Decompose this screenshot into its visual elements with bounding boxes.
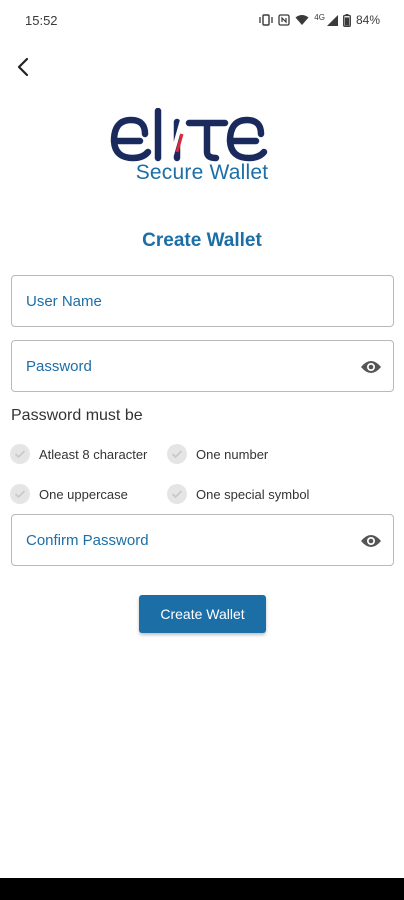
check-icon xyxy=(10,444,30,464)
rule-number: One number xyxy=(167,444,268,464)
status-time: 15:52 xyxy=(25,12,58,28)
confirm-password-field[interactable] xyxy=(11,514,394,566)
check-icon xyxy=(167,444,187,464)
system-nav-bar xyxy=(0,878,404,900)
wifi-icon xyxy=(295,14,309,26)
status-icons: 4G 84% xyxy=(259,13,380,27)
rule-label: Atleast 8 character xyxy=(39,446,148,462)
back-button[interactable] xyxy=(10,54,36,80)
logo-subtitle: Secure Wallet xyxy=(135,161,269,184)
nfc-icon xyxy=(278,14,290,26)
chevron-left-icon xyxy=(17,57,29,77)
rule-label: One number xyxy=(196,446,269,462)
battery-percent: 84% xyxy=(355,13,380,27)
check-icon xyxy=(10,484,30,504)
vibrate-icon xyxy=(259,14,273,26)
battery-icon xyxy=(343,13,351,27)
password-input[interactable] xyxy=(26,341,346,391)
status-bar: 15:52 4G 84% xyxy=(0,0,404,40)
rule-label: One uppercase xyxy=(39,486,128,502)
signal-icon xyxy=(326,14,338,26)
confirm-password-visibility-toggle[interactable] xyxy=(359,529,383,553)
password-visibility-toggle[interactable] xyxy=(359,355,383,379)
username-field[interactable] xyxy=(11,275,394,327)
password-field[interactable] xyxy=(11,340,394,392)
network-type: 4G xyxy=(314,13,325,22)
rule-uppercase: One uppercase xyxy=(10,484,128,504)
create-wallet-button[interactable]: Create Wallet xyxy=(139,595,266,633)
rule-min-length: Atleast 8 character xyxy=(10,444,147,464)
password-rules-heading: Password must be xyxy=(11,407,143,424)
rule-label: One special symbol xyxy=(196,486,310,502)
logo-wordmark xyxy=(110,108,268,162)
username-input[interactable] xyxy=(26,276,346,326)
rule-special-symbol: One special symbol xyxy=(167,484,309,504)
app-logo: Secure Wallet xyxy=(110,108,294,188)
check-icon xyxy=(167,484,187,504)
eye-icon xyxy=(361,361,381,373)
page-title: Create Wallet xyxy=(142,230,262,251)
confirm-password-input[interactable] xyxy=(26,515,346,565)
eye-icon xyxy=(361,535,381,547)
